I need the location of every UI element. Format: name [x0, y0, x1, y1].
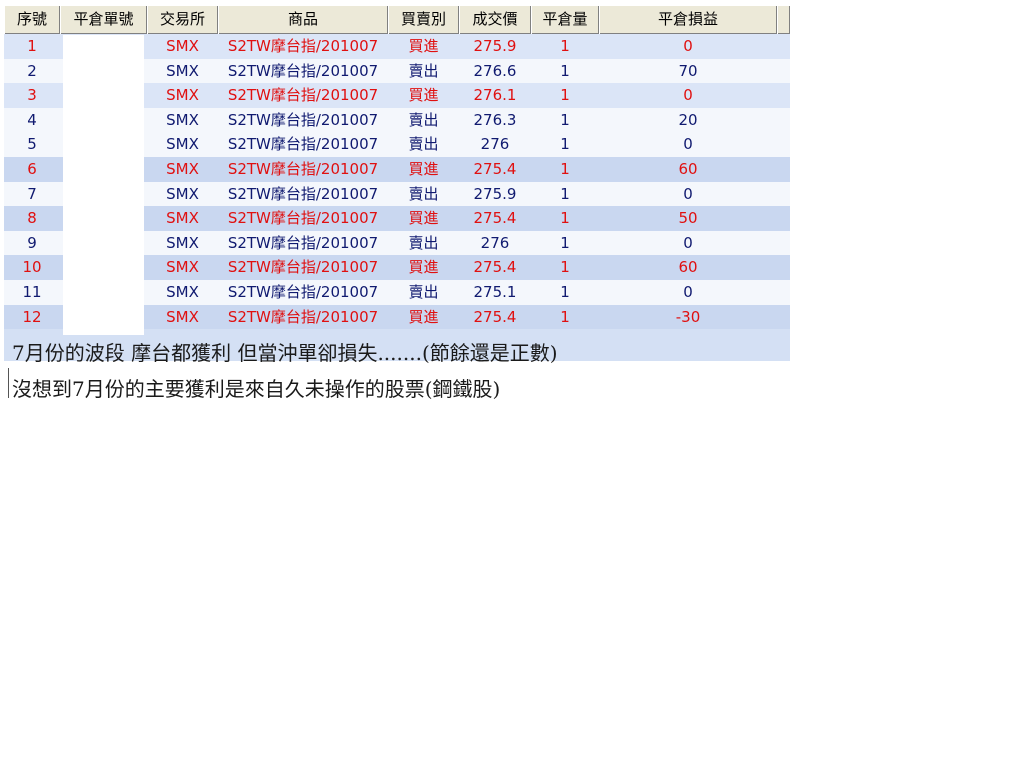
cell-qty: 1: [560, 233, 570, 252]
cell-pnl: 0: [683, 184, 693, 203]
col-header-qty[interactable]: 平倉量: [531, 6, 599, 34]
cell-exchange: SMX: [166, 160, 199, 178]
cell-pnl: 0: [683, 135, 693, 154]
cell-exchange: SMX: [166, 258, 199, 277]
cell-side: 買進: [408, 160, 439, 178]
cell-product: S2TW摩台指/201007: [227, 135, 379, 154]
col-header-filler: [777, 6, 790, 34]
cell-product: S2TW摩台指/201007: [227, 307, 379, 326]
cell-price: 275.9: [473, 37, 517, 55]
cell-side: 賣出: [408, 283, 439, 301]
cell-qty: 1: [560, 307, 570, 326]
redacted-close-id-column: [63, 35, 144, 335]
cell-pnl: 0: [683, 283, 693, 301]
cell-exchange: SMX: [166, 61, 199, 80]
cell-side: 買進: [408, 37, 439, 55]
cell-product: S2TW摩台指/201007: [227, 110, 379, 129]
cell-seq: 4: [27, 110, 37, 129]
cell-seq: 6: [27, 160, 37, 178]
col-header-exchange[interactable]: 交易所: [147, 6, 218, 34]
cell-exchange: SMX: [166, 307, 199, 326]
cell-price: 275.1: [473, 283, 517, 301]
col-header-price[interactable]: 成交價: [459, 6, 531, 34]
cell-qty: 1: [560, 209, 570, 228]
cell-side: 買進: [408, 307, 439, 326]
cell-price: 276.1: [473, 86, 517, 105]
cell-qty: 1: [560, 258, 570, 277]
col-header-seq[interactable]: 序號: [4, 6, 60, 34]
cell-side: 買進: [408, 258, 439, 277]
cell-exchange: SMX: [166, 86, 199, 105]
cell-pnl: 0: [683, 37, 693, 55]
cell-exchange: SMX: [166, 184, 199, 203]
cell-seq: 1: [27, 37, 37, 55]
cell-seq: 12: [22, 307, 42, 326]
cell-qty: 1: [560, 160, 570, 178]
cell-qty: 1: [560, 135, 570, 154]
cell-seq: 5: [27, 135, 37, 154]
cell-pnl: 60: [678, 160, 698, 178]
cell-qty: 1: [560, 110, 570, 129]
cell-qty: 1: [560, 283, 570, 301]
cell-exchange: SMX: [166, 135, 199, 154]
cell-product: S2TW摩台指/201007: [227, 209, 379, 228]
cell-price: 276.6: [473, 61, 517, 80]
cell-product: S2TW摩台指/201007: [227, 184, 379, 203]
cell-side: 賣出: [408, 233, 439, 252]
cell-price: 275.4: [473, 307, 517, 326]
cell-pnl: 20: [678, 110, 698, 129]
cell-side: 賣出: [408, 135, 439, 154]
cell-product: S2TW摩台指/201007: [227, 258, 379, 277]
cell-price: 275.4: [473, 160, 517, 178]
cell-seq: 2: [27, 61, 37, 80]
cell-pnl: 60: [678, 258, 698, 277]
cell-pnl: 70: [678, 61, 698, 80]
cell-seq: 3: [27, 86, 37, 105]
cell-price: 275.4: [473, 258, 517, 277]
note-line-1: 7月份的波段 摩台都獲利 但當沖單卻損失.......(節餘還是正數): [12, 341, 558, 365]
cell-price: 276.3: [473, 110, 517, 129]
cell-seq: 7: [27, 184, 37, 203]
cell-price: 275.4: [473, 209, 517, 228]
cell-side: 賣出: [408, 61, 439, 80]
col-header-close-id[interactable]: 平倉單號: [60, 6, 147, 34]
cell-pnl: 0: [683, 233, 693, 252]
cell-product: S2TW摩台指/201007: [227, 233, 379, 252]
cell-price: 276: [480, 233, 510, 252]
cell-pnl: 0: [683, 86, 693, 105]
cell-side: 賣出: [408, 110, 439, 129]
cell-exchange: SMX: [166, 209, 199, 228]
cell-product: S2TW摩台指/201007: [227, 61, 379, 80]
cell-seq: 9: [27, 233, 37, 252]
cell-price: 276: [480, 135, 510, 154]
cell-exchange: SMX: [166, 283, 199, 301]
cell-pnl: -30: [675, 307, 701, 326]
cell-product: S2TW摩台指/201007: [227, 86, 379, 105]
cell-qty: 1: [560, 184, 570, 203]
trade-grid: 序號 平倉單號 交易所 商品 買賣別 成交價 平倉量 平倉損益 1 SMX S2TW…: [4, 6, 790, 361]
cell-side: 買進: [408, 209, 439, 228]
cell-exchange: SMX: [166, 233, 199, 252]
cell-side: 買進: [408, 86, 439, 105]
cell-side: 賣出: [408, 184, 439, 203]
col-header-side[interactable]: 買賣別: [388, 6, 459, 34]
cell-qty: 1: [560, 86, 570, 105]
col-header-product[interactable]: 商品: [218, 6, 388, 34]
cell-price: 275.9: [473, 184, 517, 203]
cell-exchange: SMX: [166, 37, 199, 55]
note-line-2: 沒想到7月份的主要獲利是來自久未操作的股票(鋼鐵股): [12, 377, 501, 401]
cell-product: S2TW摩台指/201007: [227, 37, 379, 55]
cell-qty: 1: [560, 37, 570, 55]
cell-exchange: SMX: [166, 110, 199, 129]
cell-qty: 1: [560, 61, 570, 80]
text-cursor: [8, 368, 9, 398]
grid-header: 序號 平倉單號 交易所 商品 買賣別 成交價 平倉量 平倉損益: [4, 6, 790, 34]
col-header-pnl[interactable]: 平倉損益: [599, 6, 777, 34]
cell-seq: 10: [22, 258, 42, 277]
cell-pnl: 50: [678, 209, 698, 228]
cell-seq: 11: [22, 283, 42, 301]
cell-product: S2TW摩台指/201007: [227, 283, 379, 301]
cell-seq: 8: [27, 209, 37, 228]
cell-product: S2TW摩台指/201007: [227, 160, 379, 178]
